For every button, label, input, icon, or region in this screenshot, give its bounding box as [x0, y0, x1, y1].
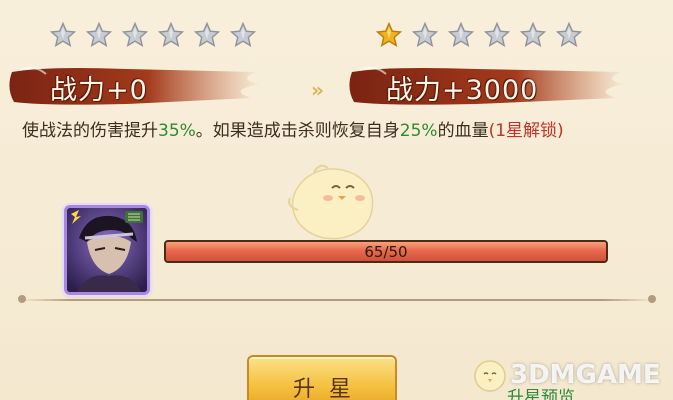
upgrade-star-button[interactable]: 升星: [247, 355, 397, 400]
star-empty-icon: [157, 21, 185, 52]
divider: [20, 299, 654, 301]
mascot-chick-icon: [288, 164, 374, 240]
star-empty-icon: [447, 21, 475, 52]
watermark-text: 3DMGAME: [510, 360, 661, 390]
star-empty-icon: [121, 21, 149, 52]
next-power-banner: 战力+3000: [346, 64, 631, 108]
star-empty-icon: [411, 21, 439, 52]
watermark-chick-icon: [474, 360, 506, 392]
hero-portrait-icon: [67, 208, 147, 292]
upgrade-star-panel: 战力+0 » 战力+3000 使战法的伤害提升35%。如果造成击杀则恢复自身25…: [0, 0, 673, 400]
star-empty-icon: [193, 21, 221, 52]
desc-heal-bonus: 25%: [399, 121, 438, 141]
star-empty-icon: [49, 21, 77, 52]
current-power-label: 战力+0: [50, 75, 148, 106]
skill-description: 使战法的伤害提升35%。如果造成击杀则恢复自身25%的血量(1星解锁): [22, 118, 662, 144]
desc-text-2: 。如果造成击杀则恢复自身: [195, 121, 400, 141]
current-power-banner: 战力+0: [6, 64, 266, 108]
star-empty-icon: [229, 21, 257, 52]
arrow-icon: »: [311, 78, 324, 102]
desc-text-1: 使战法的伤害提升: [22, 121, 158, 141]
hero-portrait-card[interactable]: [64, 205, 150, 295]
star-empty-icon: [85, 21, 113, 52]
next-power-label: 战力+3000: [386, 75, 539, 106]
star-filled-icon: [375, 21, 403, 52]
desc-damage-bonus: 35%: [158, 121, 196, 141]
star-progress-bar: 65/50: [164, 240, 608, 263]
desc-unlock-requirement: (1星解锁): [488, 121, 564, 141]
star-empty-icon: [483, 21, 511, 52]
star-empty-icon: [555, 21, 583, 52]
star-empty-icon: [519, 21, 547, 52]
desc-text-3: 的血量: [437, 121, 489, 141]
upgrade-star-label: 升星: [292, 377, 365, 400]
current-star-row: [49, 21, 257, 52]
progress-text: 65/50: [364, 243, 408, 261]
next-star-row: [375, 21, 583, 52]
divider-dot: [648, 295, 656, 303]
